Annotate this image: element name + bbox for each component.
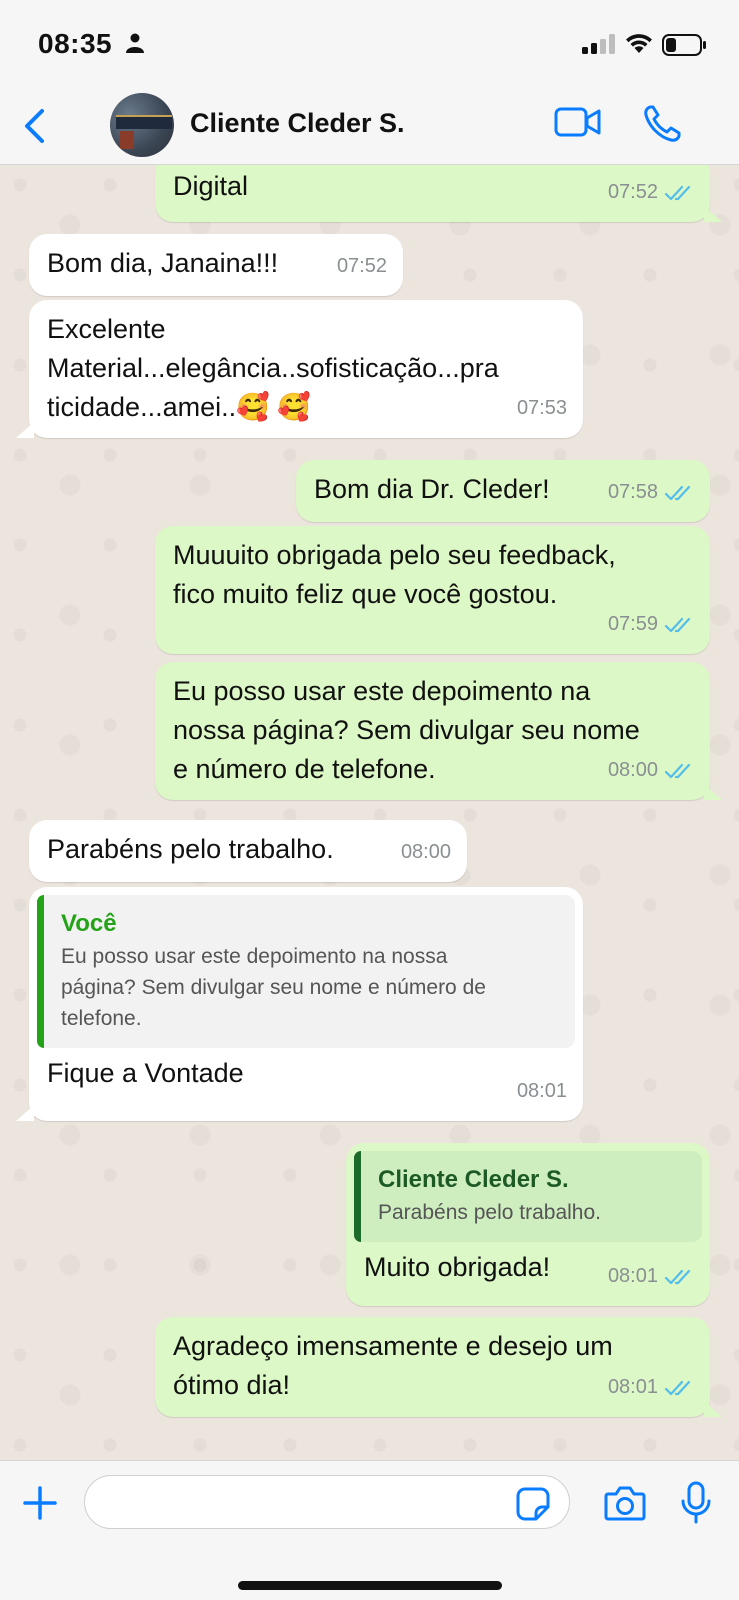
- status-time: 08:35: [38, 28, 113, 59]
- message-meta: 08:00: [608, 751, 694, 790]
- message-outgoing[interactable]: Eu posso usar este depoimento na nossa p…: [155, 662, 710, 800]
- quote-line: página? Sem divulgar seu nome e número d…: [61, 976, 486, 999]
- signal-icon: [582, 34, 615, 54]
- sticker-icon[interactable]: [516, 1487, 550, 1521]
- message-time: 07:58: [607, 481, 658, 503]
- composer-bar: [0, 1460, 739, 1600]
- message-line: Agradeço imensamente e desejo um: [173, 1331, 613, 1361]
- video-call-icon[interactable]: [554, 106, 602, 138]
- bubble-tail: [704, 1401, 722, 1417]
- bubble-tail: [16, 1105, 34, 1121]
- message-meta: 07:52: [608, 173, 694, 212]
- read-receipt-icon: [664, 763, 691, 778]
- message-time: 08:01: [607, 1376, 658, 1398]
- battery-icon: [662, 34, 706, 56]
- message-time: 07:59: [607, 613, 658, 635]
- microphone-icon[interactable]: [680, 1481, 712, 1525]
- message-line: Excelente: [47, 314, 166, 344]
- person-icon: [126, 33, 144, 53]
- back-chevron-icon[interactable]: [22, 108, 46, 144]
- message-time: 08:01: [607, 1265, 658, 1287]
- message-meta: 07:52: [337, 247, 387, 286]
- message-incoming-reply[interactable]: Você Eu posso usar este depoimento na no…: [29, 887, 583, 1121]
- message-meta: 08:01: [608, 1368, 694, 1407]
- message-incoming[interactable]: Bom dia, Janaina!!! 07:52: [29, 234, 403, 296]
- read-receipt-icon: [664, 485, 691, 500]
- message-time: 07:53: [516, 397, 567, 419]
- message-meta: 08:01: [517, 1072, 567, 1111]
- message-line: Muuuito obrigada pelo seu feedback,: [173, 540, 616, 570]
- message-meta: 07:53: [517, 389, 567, 428]
- quote-author: Cliente Cleder S.: [378, 1166, 569, 1193]
- message-line: ticidade...amei..🥰 🥰: [47, 392, 311, 422]
- message-outgoing-reply[interactable]: Cliente Cleder S. Parabéns pelo trabalho…: [346, 1143, 710, 1306]
- chat-header: Cliente Cleder S.: [0, 88, 739, 165]
- message-line: Eu posso usar este depoimento na: [173, 676, 591, 706]
- message-incoming[interactable]: Excelente Material...elegância..sofistic…: [29, 300, 583, 438]
- wifi-icon: [626, 34, 652, 53]
- status-bar: 08:35: [0, 0, 739, 88]
- message-input[interactable]: [84, 1475, 570, 1529]
- quote-line: telefone.: [61, 1007, 142, 1030]
- phone-call-icon[interactable]: [642, 104, 682, 144]
- message-meta: 08:00: [401, 833, 451, 872]
- message-outgoing[interactable]: Bom dia Dr. Cleder! 07:58: [296, 460, 710, 522]
- camera-icon[interactable]: [604, 1485, 646, 1521]
- message-outgoing[interactable]: Agradeço imensamente e desejo um ótimo d…: [155, 1317, 710, 1417]
- message-line: nossa página? Sem divulgar seu nome: [173, 715, 640, 745]
- chat-area[interactable]: Digital 07:52 Bom dia, Janaina!!! 07:52 …: [0, 165, 739, 1460]
- message-meta: 07:59: [608, 605, 694, 644]
- home-indicator: [238, 1581, 502, 1590]
- read-receipt-icon: [664, 1380, 691, 1395]
- message-meta: 08:01: [608, 1257, 694, 1296]
- read-receipt-icon: [664, 1269, 691, 1284]
- message-meta: 07:58: [608, 473, 694, 512]
- quoted-message[interactable]: Cliente Cleder S. Parabéns pelo trabalho…: [354, 1151, 702, 1242]
- message-text: Bom dia, Janaina!!!: [47, 248, 279, 278]
- message-text: Parabéns pelo trabalho.: [47, 834, 334, 864]
- contact-avatar[interactable]: [110, 93, 174, 157]
- message-outgoing[interactable]: Digital 07:52: [155, 165, 710, 222]
- message-time: 08:01: [516, 1080, 567, 1102]
- message-time: 08:00: [400, 841, 451, 863]
- plus-icon[interactable]: [22, 1485, 58, 1521]
- message-line: Material...elegância..sofisticação...pra: [47, 353, 499, 383]
- bubble-tail: [704, 784, 722, 800]
- quote-author: Você: [61, 910, 117, 937]
- read-receipt-icon: [664, 185, 691, 200]
- message-time: 07:52: [336, 255, 387, 277]
- quote-line: Parabéns pelo trabalho.: [378, 1201, 601, 1224]
- message-time: 07:52: [607, 181, 658, 203]
- quote-line: Eu posso usar este depoimento na nossa: [61, 945, 448, 968]
- message-outgoing[interactable]: Muuuito obrigada pelo seu feedback, fico…: [155, 526, 710, 654]
- message-time: 08:00: [607, 759, 658, 781]
- contact-name[interactable]: Cliente Cleder S.: [190, 108, 405, 139]
- read-receipt-icon: [664, 617, 691, 632]
- message-text: Fique a Vontade: [47, 1058, 244, 1088]
- message-incoming[interactable]: Parabéns pelo trabalho. 08:00: [29, 820, 467, 882]
- quoted-message[interactable]: Você Eu posso usar este depoimento na no…: [37, 895, 575, 1048]
